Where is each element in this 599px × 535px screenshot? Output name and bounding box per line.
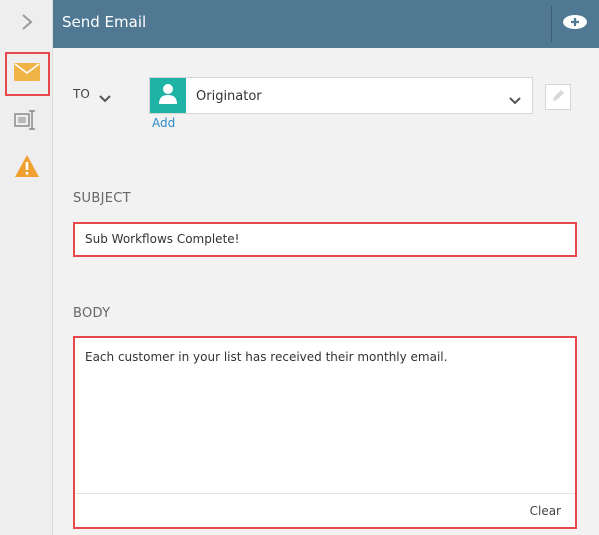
left-rail [0, 0, 53, 535]
add-recipient-link[interactable]: Add [152, 116, 175, 130]
email-tab-button[interactable] [0, 52, 53, 96]
subject-label: SUBJECT [73, 191, 131, 206]
highlight-frame [5, 52, 50, 96]
body-label: BODY [73, 306, 111, 321]
user-icon [158, 83, 178, 109]
pencil-icon [551, 88, 565, 107]
subject-input[interactable]: Sub Workflows Complete! [73, 222, 577, 257]
to-label: TO [73, 87, 90, 101]
form-field-tab-button[interactable] [0, 104, 53, 140]
chevron-down-icon[interactable] [508, 91, 522, 110]
warning-icon [14, 154, 40, 182]
expand-panel-button[interactable] [0, 0, 53, 48]
warnings-tab-button[interactable] [0, 150, 53, 186]
clear-button[interactable]: Clear [530, 504, 561, 518]
panel-header: Send Email [53, 0, 599, 48]
panel-title: Send Email [62, 13, 147, 31]
recipient-select[interactable]: Originator [149, 77, 533, 114]
form-field-icon [13, 109, 40, 135]
body-footer: Clear [75, 493, 575, 527]
add-button[interactable] [560, 12, 590, 36]
edit-recipient-button[interactable] [545, 84, 571, 110]
chevron-right-icon [21, 13, 33, 35]
header-divider [551, 6, 552, 42]
body-text: Each customer in your list has received … [85, 350, 448, 364]
user-avatar [150, 78, 186, 113]
body-textarea[interactable]: Each customer in your list has received … [73, 336, 577, 529]
to-options-toggle[interactable] [98, 89, 112, 108]
recipient-value: Originator [196, 89, 262, 104]
plus-cloud-icon [562, 14, 588, 34]
chevron-down-icon [98, 89, 112, 108]
